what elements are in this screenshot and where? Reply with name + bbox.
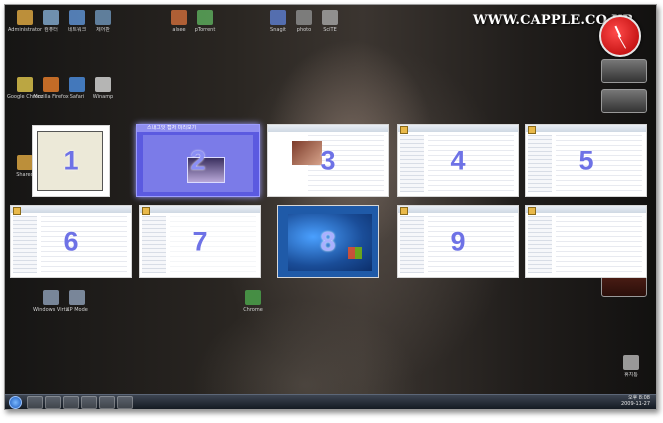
taskbar: 오후 8:08 2009-11-27 bbox=[5, 394, 656, 409]
window-thumbnail[interactable]: 4 bbox=[397, 124, 519, 197]
thumbnail-number: 6 bbox=[63, 226, 79, 256]
window-thumbnail[interactable]: 7 bbox=[139, 205, 261, 278]
thumbnail-number: 4 bbox=[450, 145, 466, 175]
start-button[interactable] bbox=[9, 396, 22, 409]
desktop-item-icon bbox=[197, 10, 213, 25]
desktop-icon-label: 제어판 bbox=[96, 27, 110, 33]
desktop-item-icon bbox=[95, 10, 111, 25]
desktop-item-icon bbox=[43, 77, 59, 92]
desktop-item-icon bbox=[69, 77, 85, 92]
window-thumbnail-active[interactable]: 스내그잇 캡처 미리보기 2 bbox=[136, 124, 260, 197]
thumbnail-number: 1 bbox=[63, 145, 79, 176]
desktop-icon-label: XP Mode bbox=[66, 307, 88, 313]
window-thumbnail[interactable]: 3 bbox=[267, 124, 389, 197]
desktop-icon[interactable]: 휴지통 bbox=[613, 355, 649, 387]
explorer-taskbar-button[interactable] bbox=[45, 396, 61, 409]
taskbar-button[interactable] bbox=[81, 396, 97, 409]
ie-taskbar-button[interactable] bbox=[27, 396, 43, 409]
slideshow-gadget[interactable] bbox=[601, 89, 647, 113]
desktop-icon-label: Winamp bbox=[92, 94, 114, 100]
desktop-icon-label: 휴지통 bbox=[624, 372, 638, 378]
slideshow-gadget[interactable] bbox=[601, 59, 647, 83]
desktop-item-icon bbox=[270, 10, 286, 25]
desktop-icon[interactable]: Chrome bbox=[235, 290, 271, 322]
desktop-item-icon bbox=[43, 290, 59, 305]
desktop-item-icon bbox=[17, 10, 33, 25]
system-clock[interactable]: 오후 8:08 2009-11-27 bbox=[621, 395, 650, 407]
window-thumbnail[interactable]: 1 bbox=[32, 125, 110, 197]
desktop-item-icon bbox=[245, 290, 261, 305]
desktop-icon[interactable]: SciTE bbox=[312, 10, 348, 42]
desktop-item-icon bbox=[171, 10, 187, 25]
thumbnail-number: 8 bbox=[320, 226, 336, 256]
desktop-item-icon bbox=[69, 290, 85, 305]
desktop-item-icon bbox=[69, 10, 85, 25]
window-thumbnail[interactable]: 5 bbox=[525, 124, 647, 197]
desktop-item-icon bbox=[296, 10, 312, 25]
desktop-icon[interactable]: pTorrent bbox=[187, 10, 223, 42]
desktop-item-icon bbox=[623, 355, 639, 370]
clock-gadget-icon bbox=[599, 15, 641, 57]
desktop-icon[interactable]: 제어판 bbox=[85, 10, 121, 42]
desktop-icon-label: Chrome bbox=[243, 307, 263, 313]
desktop-item-icon bbox=[43, 10, 59, 25]
desktop-item-icon bbox=[322, 10, 338, 25]
clock-date: 2009-11-27 bbox=[620, 401, 650, 407]
taskbar-button[interactable] bbox=[99, 396, 115, 409]
desktop-item-icon bbox=[17, 155, 33, 170]
desktop-item-icon bbox=[95, 77, 111, 92]
window-thumbnail[interactable]: 6 bbox=[10, 205, 132, 278]
taskbar-button[interactable] bbox=[117, 396, 133, 409]
window-thumbnail[interactable]: 8 bbox=[277, 205, 379, 278]
window-thumbnail[interactable]: 9 bbox=[397, 205, 519, 278]
thumbnail-number: 9 bbox=[450, 226, 466, 256]
desktop-icon[interactable]: Winamp bbox=[85, 77, 121, 109]
desktop-item-icon bbox=[17, 77, 33, 92]
thumbnail-title: 스내그잇 캡처 미리보기 bbox=[147, 125, 197, 131]
desktop-window: Administrator 컴퓨터 네트워크 제어판 alsee pTorrent Snag… bbox=[4, 4, 657, 410]
desktop-icon[interactable]: XP Mode bbox=[59, 290, 95, 322]
thumbnail-number: 7 bbox=[192, 226, 208, 256]
window-thumbnail[interactable] bbox=[525, 205, 647, 278]
thumbnail-number: 5 bbox=[578, 145, 594, 175]
thumbnail-number: 2 bbox=[190, 145, 206, 175]
desktop-icon-label: SciTE bbox=[323, 27, 337, 33]
desktop-icon-label: pTorrent bbox=[194, 27, 216, 33]
thumbnail-number: 3 bbox=[320, 145, 336, 175]
taskbar-button[interactable] bbox=[63, 396, 79, 409]
